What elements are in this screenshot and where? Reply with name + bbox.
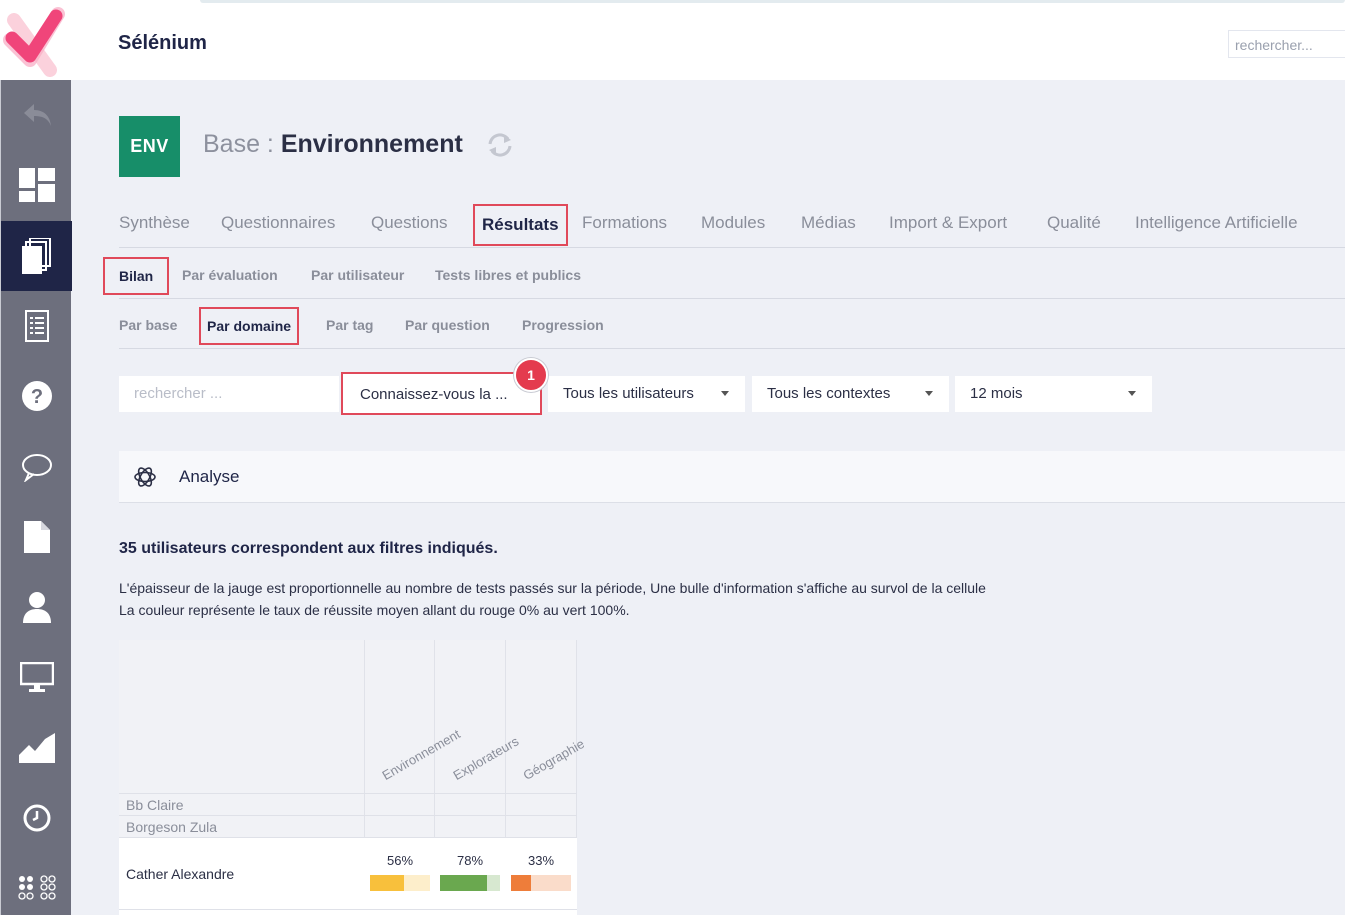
top-header: Sélénium rechercher... [71, 6, 1345, 80]
back-icon[interactable] [1, 80, 72, 150]
table-row[interactable]: Borgeson Zula [119, 815, 577, 837]
row-user-name: Cather Alexandre [126, 866, 235, 882]
base-badge: ENV [119, 116, 180, 177]
subtab-par-question[interactable]: Par question [405, 306, 490, 344]
analyse-panel[interactable]: Analyse [119, 451, 1345, 503]
tab-synthese[interactable]: Synthèse [119, 202, 190, 244]
page-title: Base : Environnement [203, 130, 463, 158]
subtab-bilan[interactable]: Bilan [103, 257, 170, 295]
tab-formations[interactable]: Formations [582, 202, 667, 244]
contexts-select-value: Tous les contextes [767, 385, 891, 402]
history-icon[interactable] [1, 783, 72, 853]
chevron-down-icon [1128, 391, 1136, 396]
list-icon[interactable] [1, 291, 72, 361]
chevron-down-icon [925, 391, 933, 396]
subtab-progression[interactable]: Progression [522, 306, 604, 344]
ai-swirl-icon [133, 465, 157, 494]
tab-modules[interactable]: Modules [701, 202, 765, 244]
main-tabs: Synthèse Questionnaires Questions Résult… [119, 202, 1345, 248]
table-row[interactable] [119, 909, 577, 915]
results-search-input[interactable]: rechercher ... [119, 376, 339, 412]
subtab-par-evaluation[interactable]: Par évaluation [182, 256, 278, 294]
apps-grid-icon[interactable] [1, 853, 72, 915]
cell-percent: 78% [456, 853, 484, 868]
column-header-explorateurs: Explorateurs [450, 733, 522, 783]
description-line-1: L'épaisseur de la jauge est proportionne… [119, 580, 986, 596]
score-gauge-fill [511, 875, 531, 891]
score-gauge[interactable] [370, 875, 430, 891]
analyse-label: Analyse [179, 467, 240, 486]
description-line-2: La couleur représente le taux de réussit… [119, 602, 630, 618]
user-icon[interactable] [1, 572, 72, 642]
score-gauge-fill [440, 875, 487, 891]
table-row[interactable]: Bb Claire [119, 793, 577, 815]
questionnaire-select[interactable]: Connaissez-vous la ... [341, 372, 542, 415]
tab-qualite[interactable]: Qualité [1047, 202, 1101, 244]
tab-resultats[interactable]: Résultats [473, 204, 568, 246]
chart-icon[interactable] [1, 713, 72, 783]
bases-icon[interactable] [1, 221, 72, 291]
main-content: ENV Base : Environnement Synthèse Questi… [71, 80, 1345, 915]
tab-medias[interactable]: Médias [801, 202, 856, 244]
column-header-environnement: Environnement [379, 726, 463, 783]
bilan-subtabs: Par base Par domaine Par tag Par questio… [119, 306, 1345, 349]
chevron-down-icon [721, 391, 729, 396]
period-select[interactable]: 12 mois [955, 376, 1152, 412]
results-grid: Environnement Explorateurs Géographie Bb… [119, 640, 587, 915]
tab-intelligence-artificielle[interactable]: Intelligence Artificielle [1135, 202, 1298, 244]
dashboard-icon[interactable] [1, 150, 72, 220]
global-search-input[interactable]: rechercher... [1228, 30, 1345, 58]
refresh-icon[interactable] [485, 132, 515, 163]
row-user-name: Bb Claire [126, 797, 184, 813]
cell-percent: 56% [386, 853, 414, 868]
users-select[interactable]: Tous les utilisateurs [548, 376, 745, 412]
tab-questions[interactable]: Questions [371, 202, 448, 244]
description: L'épaisseur de la jauge est proportionne… [119, 577, 986, 621]
score-gauge[interactable] [511, 875, 571, 891]
subtab-par-domaine[interactable]: Par domaine [199, 307, 300, 345]
document-icon[interactable] [1, 502, 72, 572]
subtab-par-base[interactable]: Par base [119, 306, 177, 344]
row-user-name: Borgeson Zula [126, 819, 218, 835]
results-subtabs: Bilan Par évaluation Par utilisateur Tes… [103, 256, 1345, 299]
table-row[interactable]: Cather Alexandre 56% 78% 33% [119, 837, 577, 909]
help-icon[interactable]: ? [1, 361, 72, 431]
subtab-par-utilisateur[interactable]: Par utilisateur [311, 256, 404, 294]
sidebar: ? [0, 80, 72, 915]
monitor-icon[interactable] [1, 642, 72, 712]
subtab-bilan-label: Bilan [119, 268, 154, 284]
score-gauge-fill [370, 875, 404, 891]
subtab-par-tag[interactable]: Par tag [326, 306, 373, 344]
app-logo[interactable] [0, 0, 71, 80]
app-title: Sélénium [118, 32, 207, 54]
tab-import-export[interactable]: Import & Export [889, 202, 1007, 244]
chat-icon[interactable] [1, 432, 72, 502]
cell-percent: 33% [527, 853, 555, 868]
period-select-value: 12 mois [970, 385, 1023, 402]
score-gauge[interactable] [440, 875, 500, 891]
svg-text:?: ? [30, 386, 42, 408]
result-count: 35 utilisateurs correspondent aux filtre… [119, 540, 498, 557]
step-badge: 1 [514, 358, 548, 392]
tab-questionnaires[interactable]: Questionnaires [221, 202, 335, 244]
contexts-select[interactable]: Tous les contextes [752, 376, 949, 412]
users-select-value: Tous les utilisateurs [563, 385, 694, 402]
subtab-tests-libres[interactable]: Tests libres et publics [435, 256, 581, 294]
